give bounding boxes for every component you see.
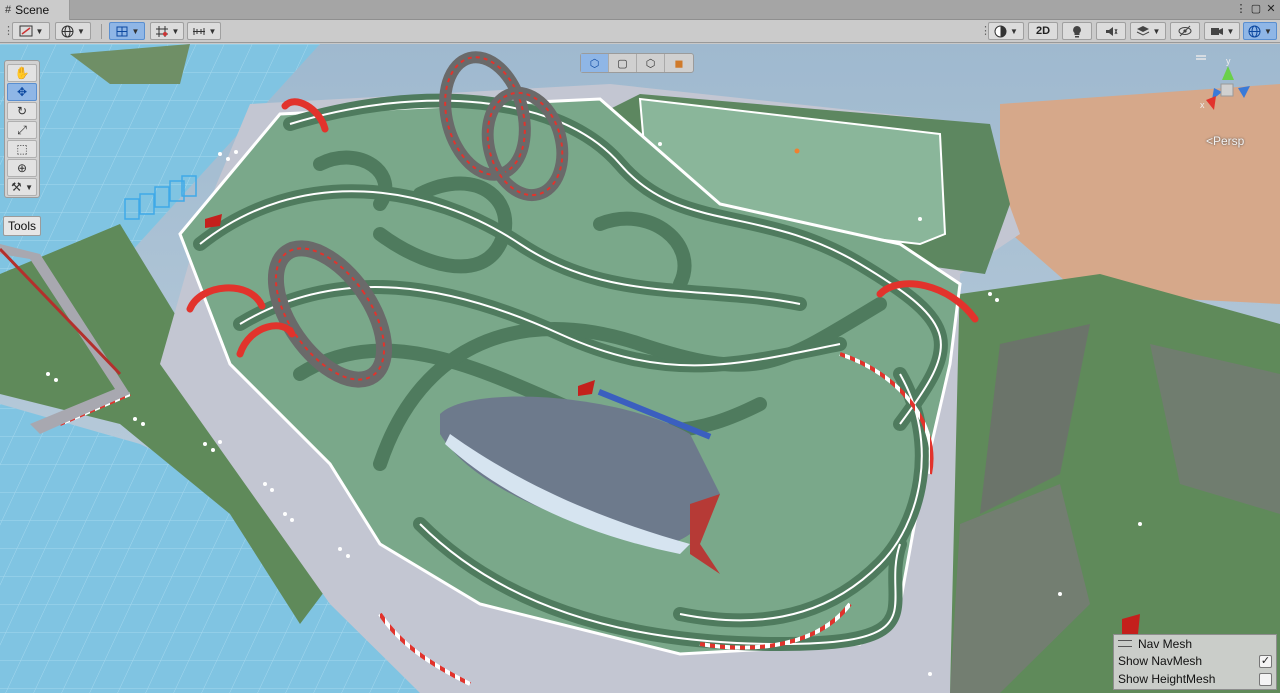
scene-toolbar: ⋮ ▼ ▼ ▼ ▼ ▼ ⋮ ▼ 2D ▼ ▼ ▼	[0, 20, 1280, 43]
shading-mode-button[interactable]: ▼	[988, 22, 1024, 40]
tools-label[interactable]: Tools	[3, 216, 41, 236]
chevron-down-icon: ▼	[1226, 26, 1235, 36]
gizmo-x-label: x	[1200, 100, 1205, 110]
perspective-label[interactable]: <Persp	[1206, 134, 1244, 148]
sphere-icon	[994, 25, 1007, 37]
globe-icon	[61, 25, 74, 37]
rect-view-button[interactable]: ▢	[609, 54, 637, 72]
chevron-down-icon: ▼	[1152, 26, 1161, 36]
increment-snap-button[interactable]: ▼	[187, 22, 221, 40]
show-navmesh-row: Show NavMesh ✓	[1114, 652, 1276, 670]
scene-rendering	[0, 44, 1280, 693]
grid-snap-button[interactable]: ▼	[150, 22, 184, 40]
shaded-mode-icon	[19, 25, 33, 37]
scene-window: # Scene ⋮ ▢ ✕ ⋮ ▼ ▼ ▼ ▼ ▼ ⋮ ▼ 2D ▼ ▼ ▼ ✋…	[0, 0, 1280, 693]
audio-toggle[interactable]	[1096, 22, 1126, 40]
view-tool[interactable]: ✋	[7, 64, 37, 82]
navmesh-overlay-header[interactable]: Nav Mesh	[1114, 635, 1276, 652]
wrench-icon: ⚒	[11, 180, 22, 194]
draw-mode-button[interactable]: ▼	[12, 22, 50, 40]
move-arrows-icon: ✥	[16, 85, 28, 99]
effects-button[interactable]: ▼	[1130, 22, 1166, 40]
rect-tool[interactable]: ⬚	[7, 140, 37, 158]
ruler-icon	[192, 27, 205, 35]
gizmo-y-label: y	[1226, 56, 1231, 66]
pivot-marker	[794, 148, 800, 154]
move-snap-button[interactable]: ▼	[109, 22, 145, 40]
transform-tool[interactable]: ⊕	[7, 159, 37, 177]
custom-tool[interactable]: ⚒ ▼	[7, 178, 37, 196]
scene-viewport[interactable]: ✋ ✥ ↻ ⤢ ⬚ ⊕ ⚒ ▼ Tools ⬡ ▢ ⬡ ◼ y x <Persp…	[0, 44, 1280, 693]
navmesh-overlay-title: Nav Mesh	[1138, 636, 1193, 651]
chevron-down-icon: ▼	[25, 182, 33, 192]
chevron-down-icon: ▼	[171, 26, 180, 36]
cube-rect-icon: ▢	[617, 57, 628, 70]
show-heightmesh-checkbox[interactable]	[1259, 672, 1272, 686]
layers-icon	[1136, 25, 1149, 36]
drag-handle-icon	[1118, 640, 1132, 647]
tab-bar: # Scene ⋮ ▢ ✕	[0, 0, 1280, 20]
chevron-down-icon: ▼	[131, 26, 140, 36]
show-navmesh-checkbox[interactable]: ✓	[1259, 654, 1272, 668]
show-heightmesh-label: Show HeightMesh	[1118, 672, 1216, 686]
tab-scene[interactable]: # Scene	[0, 0, 70, 20]
gizmos-button[interactable]: ▼	[1243, 22, 1277, 40]
tab-scene-label: Scene	[15, 3, 50, 17]
cube-wire-icon: ⬡	[645, 57, 656, 70]
show-heightmesh-row: Show HeightMesh	[1114, 670, 1276, 688]
iso-view-button[interactable]: ⬡	[581, 54, 609, 72]
lighting-toggle[interactable]	[1062, 22, 1092, 40]
camera-icon	[1210, 27, 1223, 35]
2d-toggle[interactable]: 2D	[1028, 22, 1058, 40]
toolbar-separator	[101, 24, 102, 39]
rotate-icon: ↻	[16, 104, 28, 118]
chevron-down-icon: ▼	[1010, 26, 1018, 36]
lightbulb-icon	[1073, 25, 1081, 37]
scale-tool[interactable]: ⤢	[7, 121, 37, 139]
hand-icon: ✋	[14, 66, 30, 80]
transform-icon: ⊕	[16, 161, 28, 175]
chevron-down-icon: ▼	[77, 26, 85, 36]
cube-iso-icon: ⬡	[589, 57, 600, 70]
show-navmesh-label: Show NavMesh	[1118, 654, 1203, 668]
view-orientation-toolbar: ⬡ ▢ ⬡ ◼	[580, 53, 694, 73]
grid-snap-icon	[116, 26, 128, 36]
speaker-icon	[1105, 26, 1117, 36]
orientation-gizmo[interactable]: y x <Persp	[1192, 50, 1272, 150]
chevron-down-icon: ▼	[1264, 26, 1272, 36]
gizmo-globe-icon	[1248, 25, 1261, 37]
2d-toggle-label: 2D	[1035, 25, 1051, 37]
eye-slash-icon	[1178, 25, 1192, 37]
tools-panel: ✋ ✥ ↻ ⤢ ⬚ ⊕ ⚒ ▼	[4, 60, 40, 198]
toolbar-grip-icon: ⋮	[3, 25, 14, 37]
navmesh-overlay: Nav Mesh Show NavMesh ✓ Show HeightMesh	[1113, 634, 1277, 690]
grid-icon	[155, 25, 168, 37]
scale-icon: ⤢	[17, 122, 27, 137]
close-icon[interactable]: ✕	[1264, 2, 1278, 15]
cube-orange-icon: ◼	[674, 57, 684, 70]
more-options-icon[interactable]: ⋮	[1234, 2, 1248, 15]
rotate-tool[interactable]: ↻	[7, 102, 37, 120]
chevron-down-icon: ▼	[208, 26, 217, 36]
global-local-button[interactable]: ▼	[55, 22, 91, 40]
maximize-icon[interactable]: ▢	[1249, 2, 1263, 15]
shaded-view-button[interactable]: ◼	[665, 54, 693, 72]
axis-gizmo-icon: y x	[1196, 55, 1250, 110]
move-tool[interactable]: ✥	[7, 83, 37, 101]
wire-view-button[interactable]: ⬡	[637, 54, 665, 72]
rect-icon: ⬚	[16, 142, 28, 156]
camera-settings-button[interactable]: ▼	[1204, 22, 1240, 40]
chevron-down-icon: ▼	[35, 26, 44, 36]
hidden-objects-toggle[interactable]	[1170, 22, 1200, 40]
grid-hash-icon: #	[5, 4, 12, 16]
